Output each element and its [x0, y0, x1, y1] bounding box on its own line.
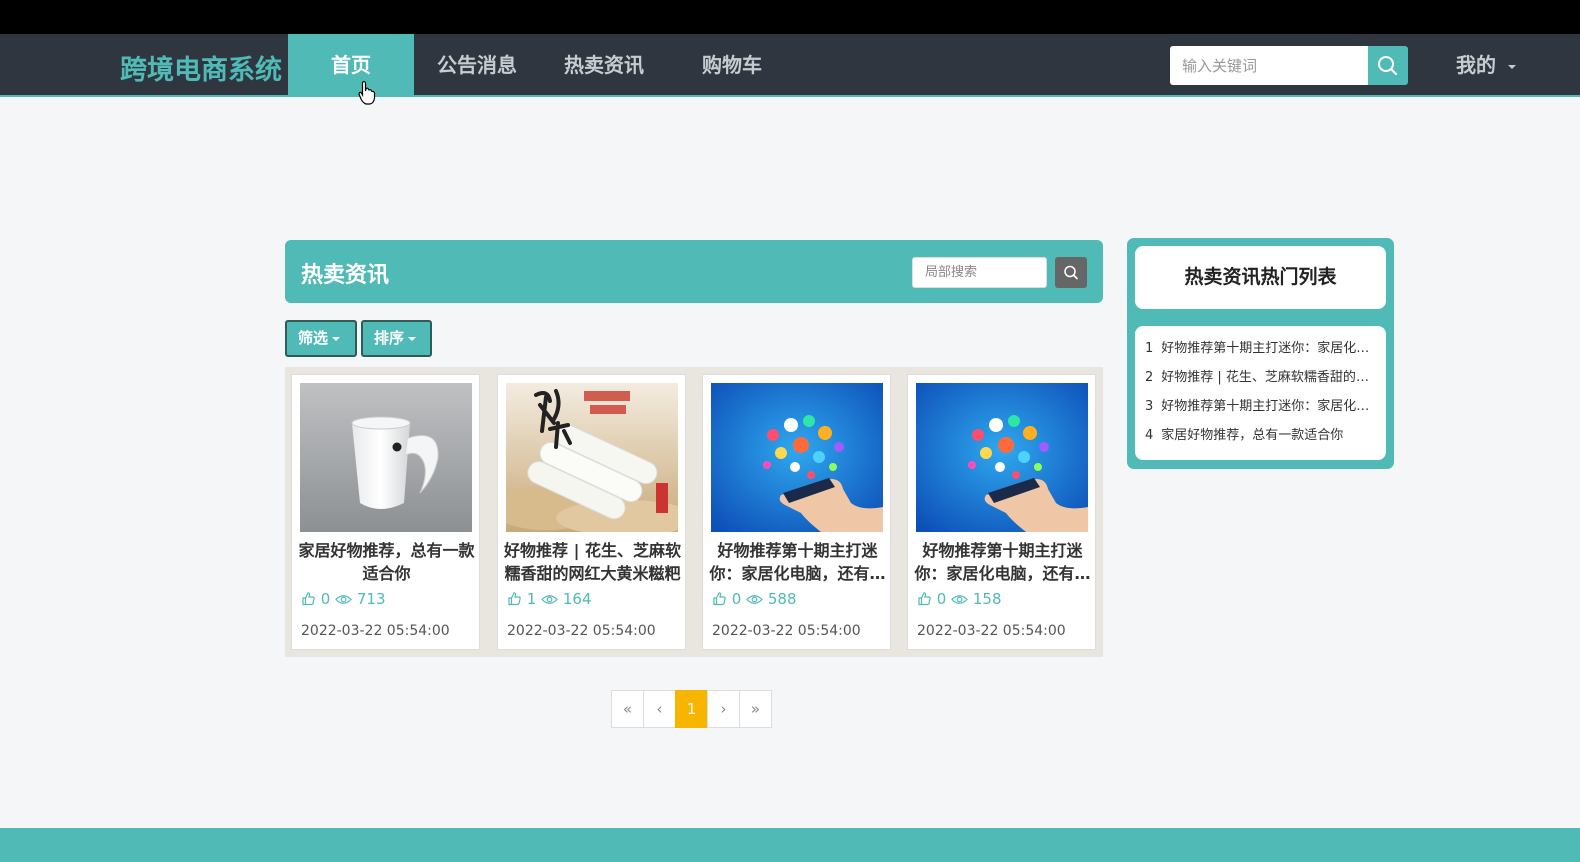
hot-list-item[interactable]: 2 好物推荐 | 花生、芝麻软糯香甜的网红大黄米糍粑 — [1135, 363, 1386, 392]
hot-list-rank: 2 — [1145, 370, 1154, 385]
view-count: 588 — [767, 590, 797, 608]
filter-dropdown-button[interactable]: 筛选 — [285, 320, 357, 357]
thumbs-up-icon — [713, 592, 726, 606]
card-title[interactable]: 好物推荐 | 花生、芝麻软糯香甜的网红大黄米糍粑 — [504, 539, 681, 585]
card-date: 2022-03-22 05:54:00 — [917, 623, 1066, 639]
card-image-white-cup[interactable] — [300, 383, 472, 532]
my-account-label: 我的 — [1456, 53, 1496, 77]
hot-list-text: 家居好物推荐，总有一款适合你 — [1161, 428, 1344, 443]
card-date: 2022-03-22 05:54:00 — [507, 623, 656, 639]
page-next-button[interactable]: › — [707, 690, 740, 728]
card-image-phone-apps[interactable] — [916, 383, 1088, 532]
eye-icon — [746, 595, 763, 604]
card-title[interactable]: 好物推荐第十期主打迷你：家居化电脑，还有更多 — [914, 539, 1091, 585]
thumbs-up-icon — [508, 592, 521, 606]
nav-item-announcements[interactable]: 公告消息 — [414, 34, 540, 97]
nav-item-hot-news[interactable]: 热卖资讯 — [540, 34, 668, 97]
like-count: 0 — [936, 590, 947, 608]
hot-list-sidebar: 热卖资讯热门列表 1 好物推荐第十期主打迷你：家居化电脑，还有更多 2 好物推荐 |… — [1127, 238, 1394, 469]
local-search-input[interactable] — [912, 257, 1047, 288]
eye-icon — [335, 595, 352, 604]
caret-down-icon — [332, 336, 341, 341]
hot-list-rank: 4 — [1145, 428, 1154, 443]
search-icon — [1378, 56, 1398, 76]
view-count: 713 — [356, 590, 386, 608]
top-navbar: 跨境电商系统 首页 公告消息 热卖资讯 购物车 我的 — [0, 34, 1580, 97]
hot-news-panel-header: 热卖资讯 — [285, 240, 1103, 303]
thumbs-up-icon — [302, 592, 315, 606]
hot-list-text: 好物推荐第十期主打迷你：家居化电脑，还有更多 — [1161, 341, 1386, 356]
caret-down-icon — [408, 336, 417, 341]
card-title[interactable]: 家居好物推荐，总有一款适合你 — [298, 539, 475, 585]
like-count: 0 — [731, 590, 742, 608]
sort-label: 排序 — [374, 329, 405, 347]
like-count: 0 — [320, 590, 331, 608]
page-last-button[interactable]: » — [739, 690, 772, 728]
card-stats: 0 588 — [712, 590, 797, 608]
global-search — [1170, 46, 1408, 85]
like-count: 1 — [526, 590, 537, 608]
card-title[interactable]: 好物推荐第十期主打迷你：家居化电脑，还有更多 — [709, 539, 886, 585]
card-image-rice-cake[interactable] — [506, 383, 678, 532]
sidebar-title: 热卖资讯热门列表 — [1135, 246, 1386, 309]
hot-list-item[interactable]: 1 好物推荐第十期主打迷你：家居化电脑，还有更多 — [1135, 334, 1386, 363]
sort-dropdown-button[interactable]: 排序 — [361, 320, 432, 357]
window-top-bar — [0, 0, 1580, 34]
thumbs-up-icon — [918, 592, 931, 606]
hot-list-item[interactable]: 4 家居好物推荐，总有一款适合你 — [1135, 421, 1386, 450]
panel-title: 热卖资讯 — [301, 263, 390, 288]
hot-list-rank: 1 — [1145, 341, 1154, 356]
page-current-button[interactable]: 1 — [675, 690, 708, 728]
nav-item-home[interactable]: 首页 — [288, 34, 414, 97]
news-card[interactable]: 家居好物推荐，总有一款适合你 0 713 2022-03-22 05:54:00 — [291, 374, 480, 650]
hot-list-item[interactable]: 3 好物推荐第十期主打迷你：家居化电脑，还有更多 — [1135, 392, 1386, 421]
news-card[interactable]: 好物推荐第十期主打迷你：家居化电脑，还有更多 0 158 2022-03-22 … — [907, 374, 1096, 650]
card-stats: 0 158 — [917, 590, 1002, 608]
page-footer — [0, 828, 1580, 862]
card-date: 2022-03-22 05:54:00 — [301, 623, 450, 639]
hot-list-text: 好物推荐第十期主打迷你：家居化电脑，还有更多 — [1161, 399, 1386, 414]
nav-item-cart[interactable]: 购物车 — [668, 34, 796, 97]
card-image-phone-apps[interactable] — [711, 383, 883, 532]
eye-icon — [541, 595, 558, 604]
my-account-menu[interactable]: 我的 — [1456, 34, 1516, 97]
pagination: « ‹ 1 › » — [611, 690, 772, 728]
card-stats: 0 713 — [301, 590, 386, 608]
page-first-button[interactable]: « — [611, 690, 644, 728]
eye-icon — [951, 595, 968, 604]
mouse-pointer-icon — [358, 81, 376, 105]
news-card[interactable]: 好物推荐 | 花生、芝麻软糯香甜的网红大黄米糍粑 1 164 2022-03-2… — [497, 374, 686, 650]
hot-list: 1 好物推荐第十期主打迷你：家居化电脑，还有更多 2 好物推荐 | 花生、芝麻软糯香… — [1135, 326, 1386, 460]
chevron-down-icon — [1508, 64, 1516, 69]
card-stats: 1 164 — [507, 590, 592, 608]
brand-logo[interactable]: 跨境电商系统 — [120, 48, 282, 87]
news-card[interactable]: 好物推荐第十期主打迷你：家居化电脑，还有更多 0 588 2022-03-22 … — [702, 374, 891, 650]
local-search-button[interactable] — [1055, 257, 1087, 288]
filter-label: 筛选 — [298, 329, 329, 347]
page-prev-button[interactable]: ‹ — [643, 690, 676, 728]
hot-list-text: 好物推荐 | 花生、芝麻软糯香甜的网红大黄米糍粑 — [1161, 370, 1386, 385]
global-search-button[interactable] — [1368, 46, 1408, 85]
view-count: 164 — [562, 590, 592, 608]
search-icon — [1064, 265, 1078, 280]
card-date: 2022-03-22 05:54:00 — [712, 623, 861, 639]
hot-list-rank: 3 — [1145, 399, 1154, 414]
view-count: 158 — [972, 590, 1002, 608]
global-search-input[interactable] — [1170, 46, 1368, 85]
